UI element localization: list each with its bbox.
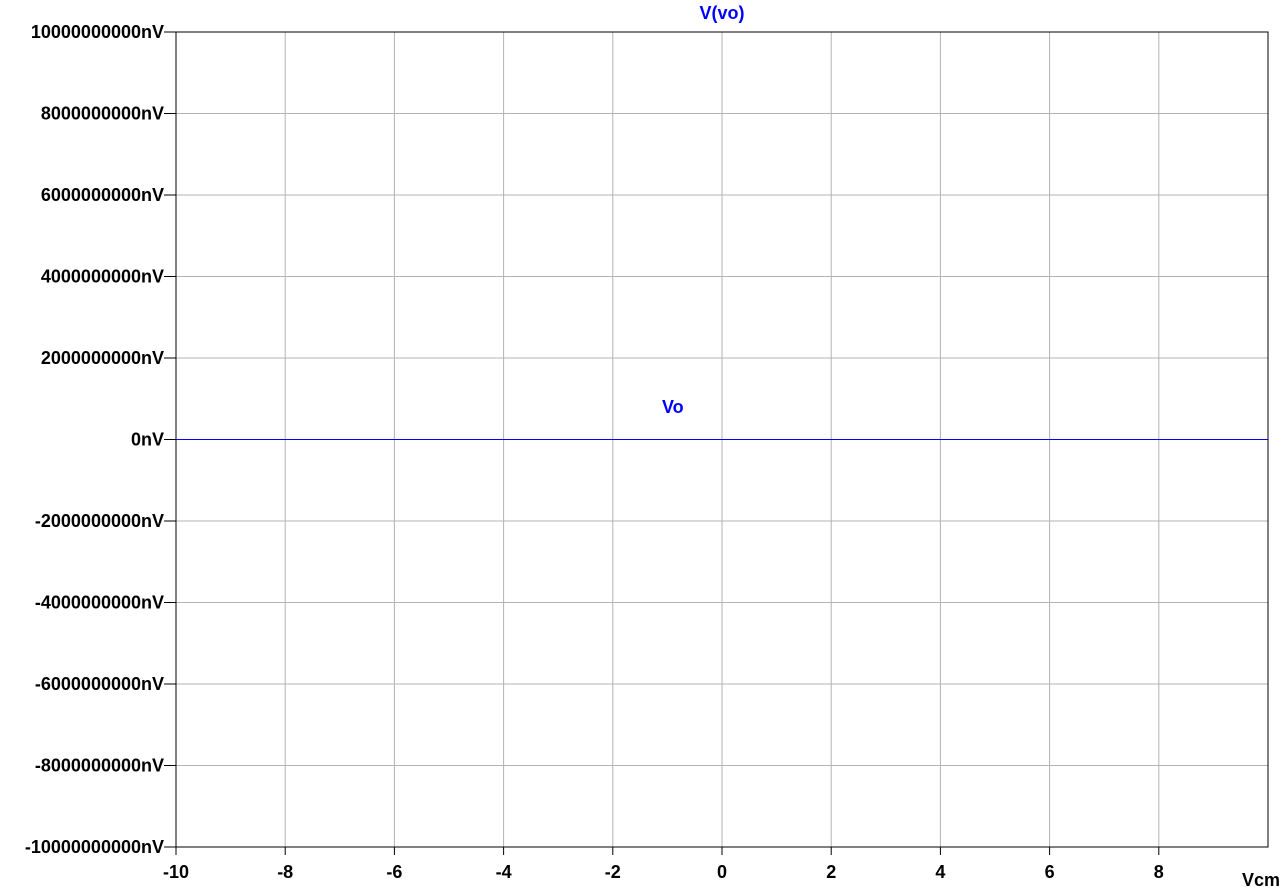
x-tick-labels: -10 -8 -6 -4 -2 0 2 4 6 8 bbox=[163, 862, 1164, 882]
y-tick-label: 10000000000nV bbox=[31, 22, 164, 42]
y-tick-label: 6000000000nV bbox=[41, 185, 164, 205]
x-tick-label: 2 bbox=[826, 862, 836, 882]
x-tick-label: -4 bbox=[496, 862, 512, 882]
x-axis-label: Vcm bbox=[1242, 870, 1280, 890]
x-tick-label: -10 bbox=[163, 862, 189, 882]
y-tick-labels: 10000000000nV 8000000000nV 6000000000nV 400… bbox=[25, 22, 164, 857]
x-tick-label: 8 bbox=[1154, 862, 1164, 882]
y-tick-label: -4000000000nV bbox=[35, 593, 164, 613]
y-tick-label: -2000000000nV bbox=[35, 511, 164, 531]
y-tick-label: -10000000000nV bbox=[25, 837, 164, 857]
plot-canvas: 10000000000nV8000000000nV6000000000nV400… bbox=[25, 3, 1280, 890]
y-tick-label: 8000000000nV bbox=[41, 104, 164, 124]
y-tick-label: -8000000000nV bbox=[35, 756, 164, 776]
y-tick-label: 2000000000nV bbox=[41, 348, 164, 368]
x-tick-label: -6 bbox=[386, 862, 402, 882]
annotations: Vo bbox=[662, 397, 684, 417]
chart-title: V(vo) bbox=[700, 3, 745, 23]
y-tick-label: -6000000000nV bbox=[35, 674, 164, 694]
y-tick-label: 0nV bbox=[131, 430, 164, 450]
x-tick-label: 6 bbox=[1045, 862, 1055, 882]
tick-marks bbox=[164, 31, 1160, 855]
trace-label-vo: Vo bbox=[662, 397, 684, 417]
x-tick-label: 0 bbox=[717, 862, 727, 882]
x-tick-label: -2 bbox=[605, 862, 621, 882]
x-tick-label: -8 bbox=[277, 862, 293, 882]
x-tick-label: 4 bbox=[935, 862, 945, 882]
y-tick-label: 4000000000nV bbox=[41, 267, 164, 287]
